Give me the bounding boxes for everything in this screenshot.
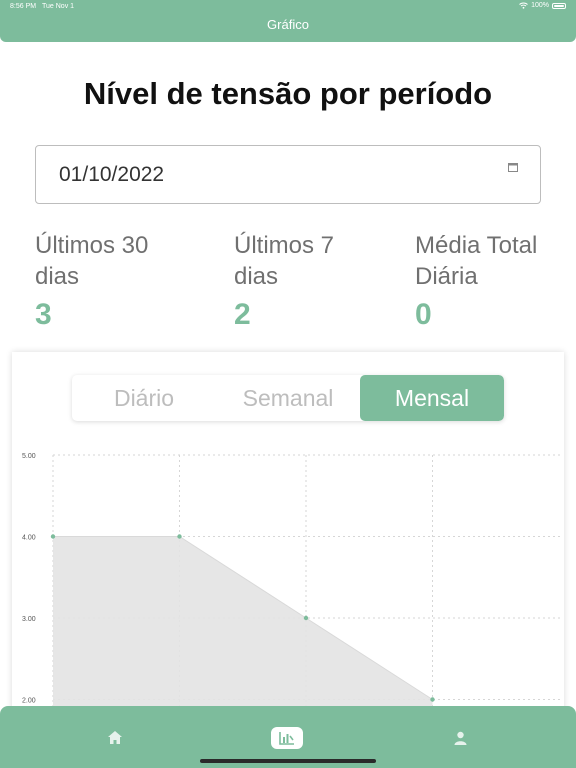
period-segmented-control: Diário Semanal Mensal: [72, 375, 504, 421]
y-tick-label: 3.00: [22, 616, 36, 623]
stat-daily-average: Média Total Diária 0: [415, 230, 537, 332]
stat-label: Últimos 7 dias: [234, 230, 334, 292]
stat-label-line2: dias: [35, 263, 80, 290]
date-input[interactable]: 01/10/2022: [35, 145, 541, 204]
y-tick-label: 5.00: [22, 453, 36, 460]
data-point: [430, 697, 435, 702]
person-icon[interactable]: [454, 731, 467, 745]
chart-icon: [279, 732, 294, 745]
segment-monthly[interactable]: Mensal: [360, 375, 504, 421]
battery-percent: 100%: [531, 2, 549, 9]
stat-label-line2: Diária: [415, 263, 478, 290]
date-value: 01/10/2022: [59, 163, 165, 186]
tab-chart[interactable]: [271, 727, 303, 749]
stat-last-7-days: Últimos 7 dias 2: [234, 230, 334, 332]
battery-icon: [552, 2, 566, 9]
calendar-icon[interactable]: [508, 162, 518, 172]
top-bar: 8:56 PM Tue Nov 1 100% Gráfico: [0, 0, 576, 42]
area-series: [53, 536, 433, 730]
tension-chart: 5.00 4.00 3.00 2.00: [22, 453, 560, 730]
status-date: Tue Nov 1: [42, 3, 75, 10]
data-point: [177, 534, 182, 539]
home-icon[interactable]: [108, 731, 122, 744]
status-bar: 8:56 PM Tue Nov 1 100%: [0, 0, 576, 14]
y-tick-label: 4.00: [22, 535, 36, 542]
stat-value: 2: [234, 298, 251, 331]
stat-label-line1: Últimos 7: [234, 232, 335, 259]
stat-value: 0: [415, 298, 432, 331]
stat-last-30-days: Últimos 30 dias 3: [35, 230, 148, 332]
page-title: Nível de tensão por período: [83, 76, 493, 111]
stat-label: Últimos 30 dias: [35, 230, 148, 292]
wifi-icon: [519, 2, 528, 9]
stat-label: Média Total Diária: [415, 230, 537, 292]
data-point: [303, 615, 309, 621]
status-time: 8:56 PM: [10, 3, 37, 10]
stat-label-line1: Média Total: [415, 232, 538, 259]
home-indicator: [200, 759, 376, 763]
data-point: [50, 534, 56, 539]
stat-label-line2: dias: [234, 263, 279, 290]
stat-label-line1: Últimos 30: [35, 232, 149, 259]
y-tick-label: 2.00: [22, 698, 36, 705]
segment-weekly[interactable]: Semanal: [216, 375, 360, 421]
segment-daily[interactable]: Diário: [72, 375, 216, 421]
header-title: Gráfico: [267, 17, 309, 32]
stat-value: 3: [35, 298, 52, 331]
status-right: 100%: [519, 2, 566, 9]
